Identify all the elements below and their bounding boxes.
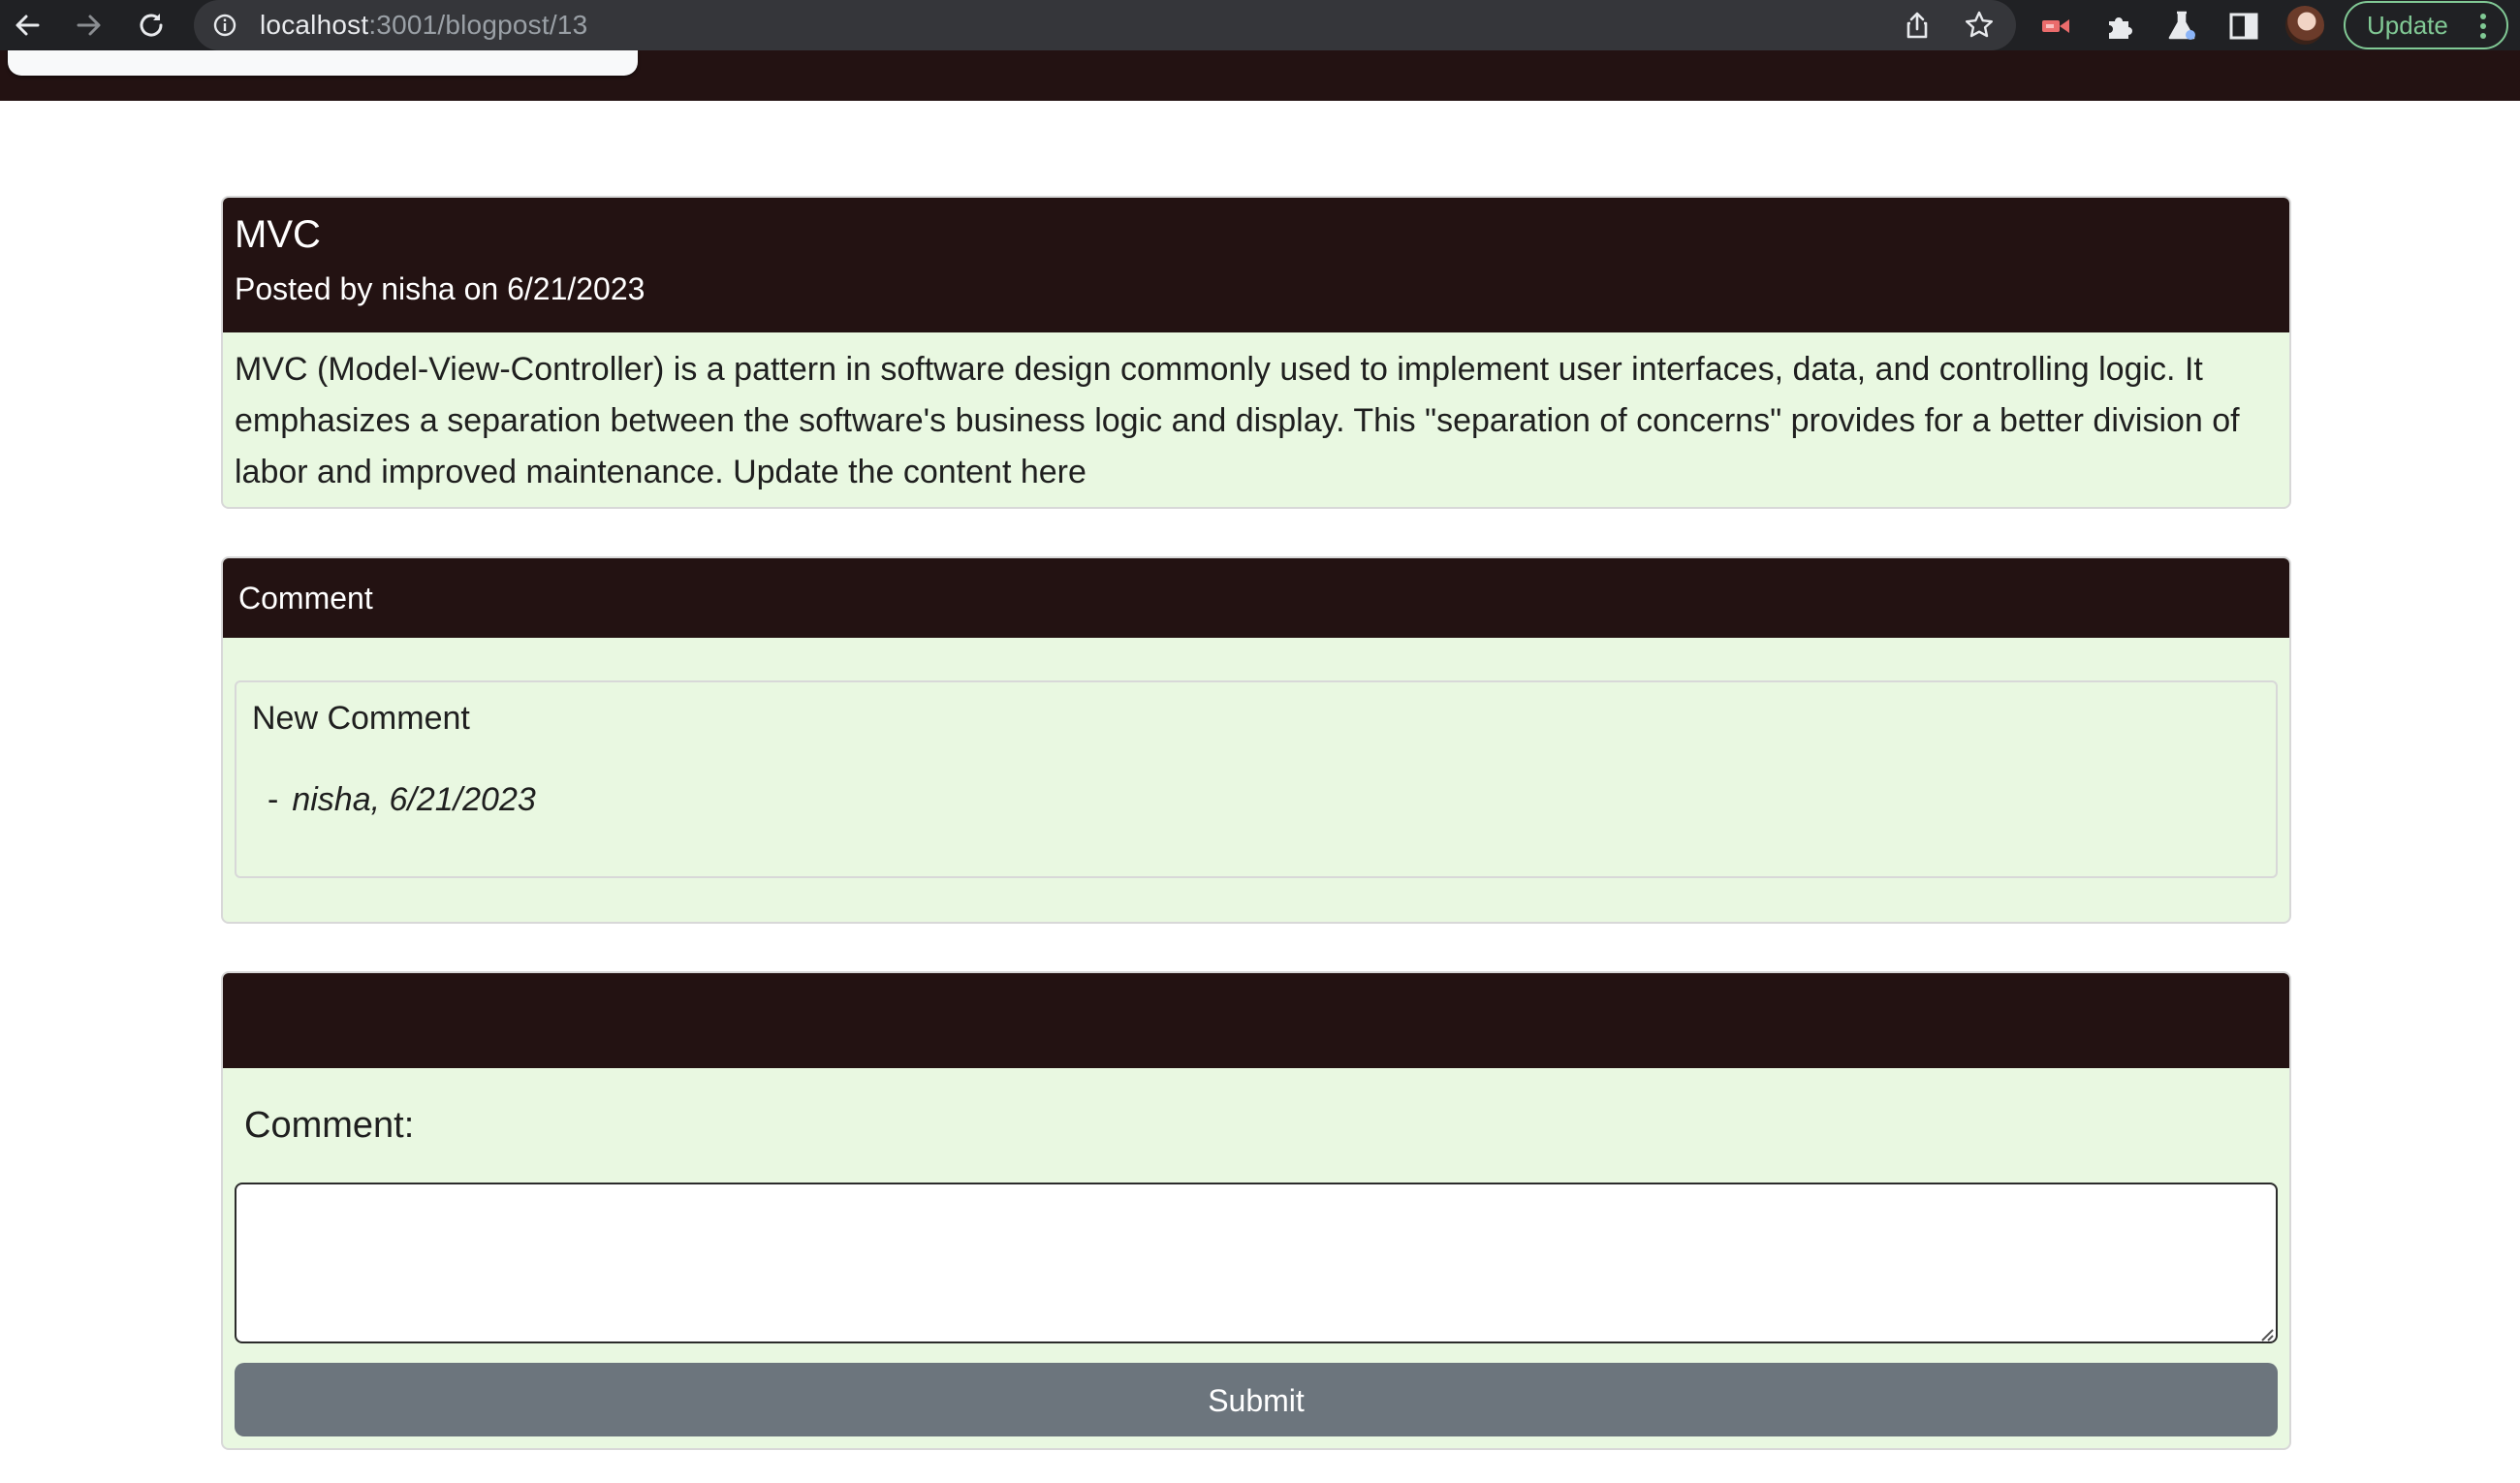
url-text[interactable]: localhost:3001/blogpost/13 bbox=[260, 0, 587, 50]
puzzle-extensions-icon[interactable] bbox=[2103, 10, 2136, 43]
comment-text: New Comment bbox=[252, 700, 470, 737]
comments-card: Comment New Comment - nisha, 6/21/2023 bbox=[221, 556, 2291, 924]
side-panel-icon[interactable] bbox=[2227, 10, 2260, 43]
browser-toolbar: localhost:3001/blogpost/13 Update bbox=[0, 0, 2520, 50]
blog-post-card: MVC Posted by nisha on 6/21/2023 MVC (Mo… bbox=[221, 196, 2291, 509]
address-bar[interactable]: localhost:3001/blogpost/13 bbox=[194, 0, 2016, 50]
post-meta: Posted by nisha on 6/21/2023 bbox=[235, 271, 646, 306]
submit-button[interactable]: Submit bbox=[235, 1363, 2278, 1436]
comments-header: Comment bbox=[223, 558, 2289, 638]
comment-form-card: Comment: Submit bbox=[221, 971, 2291, 1450]
url-host: localhost bbox=[260, 10, 369, 40]
comment-textarea[interactable] bbox=[235, 1183, 2278, 1343]
forward-arrow-icon[interactable] bbox=[70, 6, 109, 45]
share-icon[interactable] bbox=[1902, 10, 1933, 41]
post-title: MVC bbox=[235, 213, 321, 256]
reload-icon[interactable] bbox=[132, 6, 171, 45]
bookmark-star-icon[interactable] bbox=[1964, 10, 1995, 41]
info-icon[interactable] bbox=[213, 14, 236, 37]
post-header: MVC Posted by nisha on 6/21/2023 bbox=[223, 198, 2289, 332]
comment-item: New Comment - nisha, 6/21/2023 bbox=[235, 680, 2278, 878]
resize-grip-icon[interactable] bbox=[2256, 1324, 2274, 1341]
navbar-search-remnant bbox=[8, 50, 638, 76]
comment-author-date: nisha, 6/21/2023 bbox=[292, 781, 536, 818]
comment-footer: - nisha, 6/21/2023 bbox=[252, 777, 2260, 822]
comment-dash: - bbox=[268, 781, 279, 818]
form-header bbox=[223, 973, 2289, 1068]
comment-label: Comment: bbox=[244, 1105, 415, 1146]
back-arrow-icon[interactable] bbox=[8, 6, 47, 45]
recorder-extension-icon[interactable] bbox=[2039, 10, 2072, 43]
url-path: :3001/blogpost/13 bbox=[368, 10, 588, 40]
kebab-menu-icon[interactable] bbox=[2477, 12, 2489, 41]
post-body: MVC (Model-View-Controller) is a pattern… bbox=[235, 351, 2240, 490]
profile-avatar[interactable] bbox=[2285, 6, 2324, 45]
labs-flask-icon[interactable] bbox=[2165, 10, 2198, 43]
